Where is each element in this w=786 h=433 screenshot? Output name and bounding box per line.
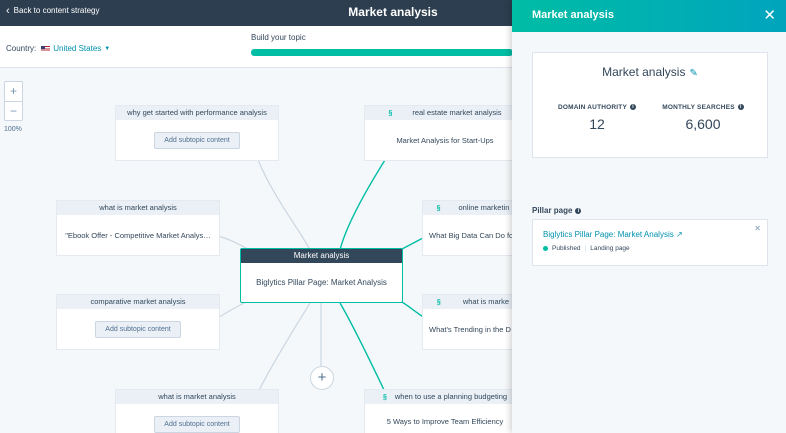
link-teal-4 <box>339 302 386 393</box>
topic-name: Market analysis <box>602 65 686 79</box>
topic-info-card: Market analysis ✎ DOMAIN AUTHORITY i 12 MO… <box>532 52 768 158</box>
domain-authority-metric: DOMAIN AUTHORITY i 12 <box>557 104 637 132</box>
pillar-page-label: Pillar page <box>532 206 573 215</box>
link-teal-3 <box>399 300 426 319</box>
page-type: Landing page <box>590 245 630 252</box>
pillar-page-link[interactable]: Biglytics Pillar Page: Market Analysis ↗ <box>543 230 757 239</box>
info-icon[interactable]: i <box>575 207 582 214</box>
monthly-searches-value: 6,600 <box>685 116 721 132</box>
subtopic-keyword: what is marke <box>462 297 510 306</box>
link-chain-icon: § <box>436 299 441 306</box>
subtopic-card-2[interactable]: § real estate market analysis Market Anal… <box>365 106 525 160</box>
pencil-icon[interactable]: ✎ <box>689 68 697 79</box>
subtopic-card-1[interactable]: why get started with performance analysi… <box>116 106 278 160</box>
status-text: Published <box>552 245 581 252</box>
plus-icon: + <box>317 369 327 386</box>
subtopic-content-title: What's Trending in the D <box>429 324 511 334</box>
pillar-page-title: Biglytics Pillar Page: Market Analysis <box>256 278 387 287</box>
add-subtopic-content-button[interactable]: Add subtopic content <box>154 131 240 149</box>
link-chain-icon: § <box>382 394 387 401</box>
add-subtopic-content-button[interactable]: Add subtopic content <box>154 416 240 433</box>
link-chain-icon: § <box>388 110 393 117</box>
link-gray-1 <box>257 159 311 251</box>
pillar-page-card: ✕ Biglytics Pillar Page: Market Analysis… <box>532 219 768 266</box>
subtopic-keyword: comparative market analysis <box>57 295 219 309</box>
link-chain-icon: § <box>436 205 441 212</box>
close-icon[interactable]: ✕ <box>763 6 776 24</box>
subtopic-card-7[interactable]: what is market analysis Add subtopic con… <box>116 390 278 433</box>
panel-title: Market analysis <box>532 9 614 21</box>
subtopic-keyword: when to use a planning budgeting <box>394 392 508 401</box>
link-teal-1 <box>339 159 386 251</box>
subtopic-content-title: 5 Ways to Improve Team Efficiency <box>386 417 504 426</box>
link-teal-2 <box>399 236 426 251</box>
add-subtopic-content-button[interactable]: Add subtopic content <box>95 320 181 338</box>
subtopic-card-4[interactable]: § online marketin What Big Data Can Do fo <box>423 201 523 255</box>
subtopic-keyword: real estate market analysis <box>412 108 502 117</box>
pillar-topic: Market analysis <box>241 249 402 263</box>
subtopic-keyword: what is market analysis <box>57 201 219 215</box>
subtopic-card-6[interactable]: § what is marke What's Trending in the D <box>423 295 523 349</box>
subtopic-content-title: Market Analysis for Start-Ups <box>396 135 494 145</box>
topic-details-panel: Market analysis ✕ Market analysis ✎ DOMAI… <box>512 0 786 433</box>
domain-authority-value: 12 <box>589 116 605 132</box>
subtopic-card-5[interactable]: comparative market analysis Add subtopic… <box>57 295 219 349</box>
subtopic-content-title: "Ebook Offer - Competitive Market Analys… <box>65 230 211 240</box>
separator: | <box>584 245 587 252</box>
subtopic-content-title: What Big Data Can Do fo <box>429 230 514 240</box>
add-subtopic-button[interactable]: + <box>310 366 334 390</box>
subtopic-card-3[interactable]: what is market analysis "Ebook Offer - C… <box>57 201 219 255</box>
subtopic-keyword: what is market analysis <box>116 390 278 404</box>
subtopic-card-8[interactable]: § when to use a planning budgeting 5 Ways… <box>365 390 525 433</box>
domain-authority-label: DOMAIN AUTHORITY <box>557 104 628 111</box>
monthly-searches-metric: MONTHLY SEARCHES i 6,600 <box>661 104 745 132</box>
pillar-card[interactable]: Market analysis Biglytics Pillar Page: M… <box>240 248 403 303</box>
info-icon[interactable]: i <box>737 104 744 111</box>
subtopic-keyword: why get started with performance analysi… <box>116 106 278 120</box>
status-dot <box>543 246 548 251</box>
remove-icon[interactable]: ✕ <box>754 224 761 233</box>
external-link-icon: ↗ <box>675 230 683 239</box>
link-gray-4 <box>257 302 311 393</box>
monthly-searches-label: MONTHLY SEARCHES <box>662 104 735 111</box>
subtopic-keyword: online marketin <box>458 203 510 212</box>
info-icon[interactable]: i <box>630 104 637 111</box>
